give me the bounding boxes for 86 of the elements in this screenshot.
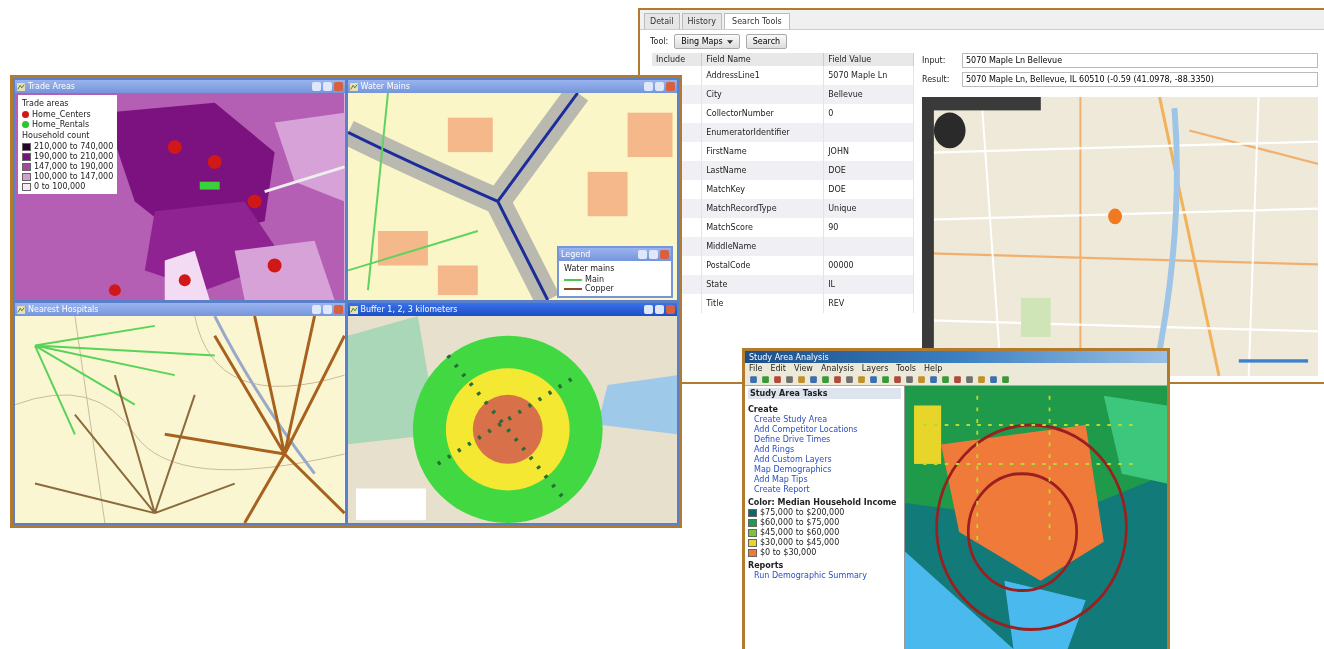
maximize-button[interactable] bbox=[322, 305, 332, 314]
caret-icon bbox=[726, 39, 733, 44]
maximize-button[interactable] bbox=[322, 82, 332, 91]
section-heading: Reports bbox=[748, 561, 785, 570]
pane-title: Buffer 1, 2, 3 kilometers bbox=[360, 305, 459, 314]
tab[interactable]: History bbox=[681, 13, 723, 29]
legend-label: Copper bbox=[585, 284, 614, 293]
close-button[interactable] bbox=[666, 305, 675, 314]
column-header: Include bbox=[652, 53, 702, 66]
minimize-button[interactable] bbox=[638, 250, 647, 259]
map-icon bbox=[17, 82, 25, 91]
map-icon bbox=[17, 305, 25, 314]
table-cell: State bbox=[701, 275, 824, 294]
table-cell: City bbox=[701, 85, 824, 104]
field-label: Result: bbox=[922, 75, 951, 84]
minimize-button[interactable] bbox=[311, 305, 321, 314]
close-button[interactable] bbox=[333, 82, 343, 91]
task-link[interactable]: Map Demographics bbox=[748, 465, 901, 474]
legend-label: $0 to $30,000 bbox=[760, 548, 817, 557]
menu-item[interactable]: Layers bbox=[861, 364, 889, 373]
legend-label: $75,000 to $200,000 bbox=[760, 508, 845, 517]
section-heading: Color: Median Household Income bbox=[748, 498, 898, 507]
menu-item[interactable]: Edit bbox=[770, 364, 786, 373]
legend-label: 0 to 100,000 bbox=[34, 182, 86, 191]
maximize-button[interactable] bbox=[655, 305, 664, 314]
window-title: Study Area Analysis bbox=[749, 352, 829, 362]
table-cell: Unique bbox=[823, 199, 914, 218]
map-icon bbox=[349, 305, 358, 314]
task-link[interactable]: Add Custom Layers bbox=[748, 455, 901, 464]
menu-item[interactable]: File bbox=[749, 364, 763, 373]
table-cell: MiddleName bbox=[701, 237, 824, 256]
legend-label: 147,000 to 190,000 bbox=[34, 162, 114, 171]
legend-label: Main bbox=[585, 275, 605, 284]
maximize-button[interactable] bbox=[655, 82, 664, 91]
field-label: Input: bbox=[922, 56, 947, 65]
task-link[interactable]: Add Competitor Locations bbox=[748, 425, 901, 434]
legend-heading: Household count bbox=[22, 131, 91, 140]
legend-title: Legend bbox=[561, 250, 592, 259]
table-cell: LastName bbox=[701, 161, 824, 180]
pane-title: Water Mains bbox=[360, 82, 411, 91]
table-cell: EnumeratorIdentifier bbox=[701, 123, 824, 142]
table-cell: Title bbox=[701, 294, 824, 313]
search-button[interactable]: Search bbox=[745, 34, 788, 49]
tab[interactable]: Detail bbox=[644, 13, 680, 29]
table-cell: IL bbox=[823, 275, 914, 294]
minimize-button[interactable] bbox=[644, 305, 653, 314]
legend-label: Home_Rentals bbox=[32, 120, 90, 129]
legend-label: 190,000 to 210,000 bbox=[34, 152, 114, 161]
tool-dropdown[interactable]: Bing Maps bbox=[674, 34, 740, 49]
legend-label: Home_Centers bbox=[32, 110, 91, 119]
menu-item[interactable]: Analysis bbox=[820, 364, 854, 373]
pane-title: Trade Areas bbox=[28, 82, 77, 91]
legend-label: $60,000 to $75,000 bbox=[760, 518, 840, 527]
panel-title: Study Area Tasks bbox=[748, 388, 901, 399]
input-field[interactable]: 5070 Maple Ln Bellevue bbox=[962, 53, 1318, 68]
table-cell: DOE bbox=[823, 161, 914, 180]
table-cell: Bellevue bbox=[823, 85, 914, 104]
legend-label: $45,000 to $60,000 bbox=[760, 528, 840, 537]
menu-item[interactable]: View bbox=[793, 364, 813, 373]
legend-label: 210,000 to 740,000 bbox=[34, 142, 114, 151]
minimize-button[interactable] bbox=[311, 82, 321, 91]
legend-label: 100,000 to 147,000 bbox=[34, 172, 114, 181]
task-link[interactable]: Create Report bbox=[748, 485, 901, 494]
minimize-button[interactable] bbox=[644, 82, 653, 91]
legend-heading: Trade areas bbox=[22, 99, 70, 108]
task-link[interactable]: Define Drive Times bbox=[748, 435, 901, 444]
maximize-button[interactable] bbox=[649, 250, 658, 259]
column-header: Field Name bbox=[701, 53, 824, 66]
task-link[interactable]: Add Map Tips bbox=[748, 475, 901, 484]
tab[interactable]: Search Tools bbox=[724, 13, 790, 29]
legend-heading: Water mains bbox=[564, 264, 616, 273]
close-button[interactable] bbox=[333, 305, 343, 314]
legend-label: $30,000 to $45,000 bbox=[760, 538, 840, 547]
tool-label: Tool: bbox=[650, 37, 669, 46]
input-field[interactable]: 5070 Maple Ln, Bellevue, IL 60510 (-0.59 (41.0978, -88.3350) bbox=[962, 72, 1318, 87]
map-icon bbox=[349, 82, 358, 91]
table-cell: REV bbox=[823, 294, 914, 313]
section-heading: Create bbox=[748, 405, 779, 414]
task-link[interactable]: Run Demographic Summary bbox=[748, 571, 901, 580]
table-cell: MatchRecordType bbox=[701, 199, 824, 218]
task-link[interactable]: Create Study Area bbox=[748, 415, 901, 424]
task-link[interactable]: Add Rings bbox=[748, 445, 901, 454]
column-header: Field Value bbox=[823, 53, 914, 66]
menu-item[interactable]: Tools bbox=[896, 364, 917, 373]
pane-title: Nearest Hospitals bbox=[28, 305, 100, 314]
menu-item[interactable]: Help bbox=[924, 364, 943, 373]
